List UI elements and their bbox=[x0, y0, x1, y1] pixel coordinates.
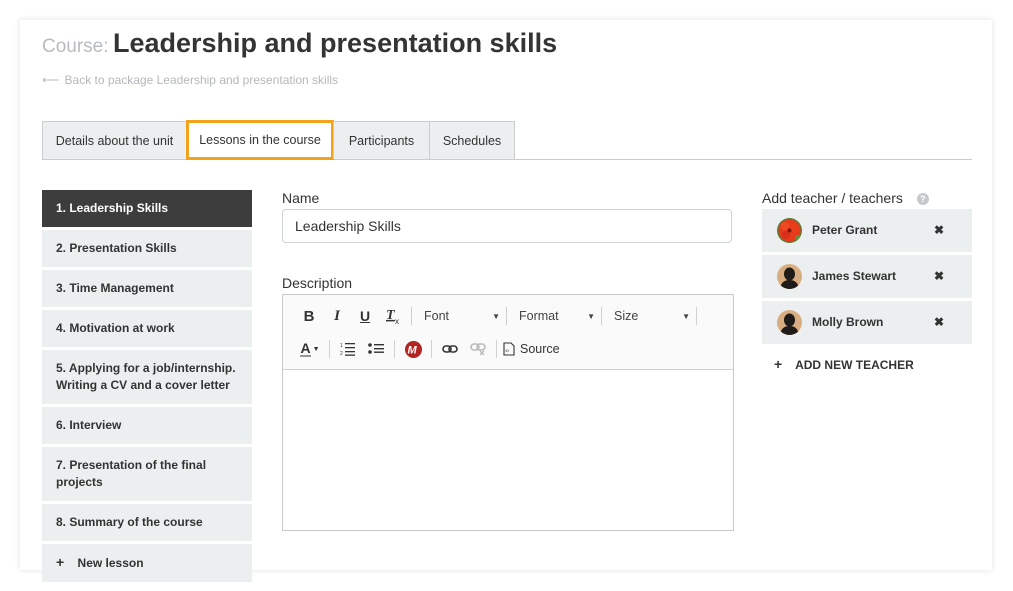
svg-text:1: 1 bbox=[340, 343, 343, 349]
description-editor: B I U T x Font ▼ Format ▼ Size ▼ A ▼ 1 2… bbox=[282, 294, 734, 531]
teacher-item: Peter Grant ✖ bbox=[762, 209, 972, 252]
lesson-item[interactable]: 1. Leadership Skills bbox=[42, 190, 252, 227]
avatar bbox=[777, 264, 802, 289]
description-text-area[interactable] bbox=[283, 370, 733, 530]
toolbar-separator bbox=[696, 307, 697, 325]
remove-teacher-icon[interactable]: ✖ bbox=[934, 255, 944, 298]
back-to-package-link[interactable]: ⟵ Back to package Leadership and present… bbox=[42, 73, 338, 87]
size-dropdown[interactable]: Size ▼ bbox=[608, 304, 694, 328]
font-dropdown-label: Font bbox=[424, 309, 450, 323]
avatar bbox=[777, 310, 802, 335]
unlink-button[interactable] bbox=[466, 337, 490, 361]
font-dropdown[interactable]: Font ▼ bbox=[418, 304, 504, 328]
toolbar-separator bbox=[431, 340, 432, 358]
svg-text:M: M bbox=[407, 344, 417, 356]
lesson-item[interactable]: 3. Time Management bbox=[42, 270, 252, 307]
link-button[interactable] bbox=[438, 337, 462, 361]
back-link-label: Back to package Leadership and presentat… bbox=[64, 73, 339, 87]
lesson-item[interactable]: 7. Presentation of the final projects bbox=[42, 447, 252, 501]
help-icon[interactable]: ? bbox=[916, 193, 929, 206]
source-button[interactable]: ‹› Source bbox=[503, 337, 560, 361]
tab-lessons[interactable]: Lessons in the course bbox=[186, 120, 334, 160]
numbered-list-icon: 1 2 bbox=[340, 343, 355, 356]
toolbar-separator bbox=[601, 307, 602, 325]
lesson-item[interactable]: 2. Presentation Skills bbox=[42, 230, 252, 267]
teacher-name: Molly Brown bbox=[812, 315, 884, 329]
lesson-item[interactable]: 5. Applying for a job/internship. Writin… bbox=[42, 350, 252, 404]
plus-icon: + bbox=[56, 554, 65, 570]
caret-down-icon: ▼ bbox=[682, 311, 690, 321]
tab-details[interactable]: Details about the unit bbox=[42, 121, 187, 159]
add-new-teacher-label: ADD NEW TEACHER bbox=[795, 358, 914, 372]
lesson-list: 1. Leadership Skills 2. Presentation Ski… bbox=[42, 190, 252, 585]
teachers-panel: Add teacher / teachers ? Peter Grant ✖ J… bbox=[762, 190, 972, 372]
svg-text:2: 2 bbox=[340, 351, 343, 356]
new-lesson-button[interactable]: + New lesson bbox=[42, 544, 252, 582]
link-icon bbox=[442, 345, 458, 353]
page-title: Course: Leadership and presentation skil… bbox=[42, 28, 557, 59]
editor-toolbar: B I U T x Font ▼ Format ▼ Size ▼ A ▼ 1 2… bbox=[283, 295, 733, 370]
underline-button[interactable]: U bbox=[353, 304, 377, 328]
toolbar-separator bbox=[394, 340, 395, 358]
unlink-icon bbox=[470, 343, 486, 356]
svg-text:x: x bbox=[395, 317, 399, 325]
lesson-item[interactable]: 4. Motivation at work bbox=[42, 310, 252, 347]
text-color-button[interactable]: A ▼ bbox=[297, 337, 323, 361]
description-label: Description bbox=[282, 275, 353, 291]
numbered-list-button[interactable]: 1 2 bbox=[336, 337, 360, 361]
tab-participants[interactable]: Participants bbox=[333, 121, 430, 159]
teacher-name: Peter Grant bbox=[812, 223, 878, 237]
teacher-item: James Stewart ✖ bbox=[762, 255, 972, 298]
mathtype-icon: M bbox=[404, 340, 422, 358]
text-color-icon: A bbox=[300, 340, 311, 357]
toolbar-separator bbox=[411, 307, 412, 325]
italic-button[interactable]: I bbox=[325, 304, 349, 328]
flower-avatar-icon bbox=[777, 218, 802, 243]
plus-icon: + bbox=[774, 356, 783, 372]
tab-schedules[interactable]: Schedules bbox=[429, 121, 515, 159]
caret-down-icon: ▼ bbox=[587, 311, 595, 321]
back-arrow-icon: ⟵ bbox=[42, 73, 60, 87]
user-silhouette-icon bbox=[777, 310, 802, 335]
remove-teacher-icon[interactable]: ✖ bbox=[934, 301, 944, 344]
bulleted-list-button[interactable] bbox=[364, 337, 388, 361]
teachers-label: Add teacher / teachers ? bbox=[762, 190, 972, 206]
bulleted-list-icon bbox=[368, 343, 384, 354]
size-dropdown-label: Size bbox=[614, 309, 639, 323]
format-dropdown[interactable]: Format ▼ bbox=[513, 304, 599, 328]
bold-button[interactable]: B bbox=[297, 304, 321, 328]
svg-text:‹›: ‹› bbox=[505, 349, 509, 355]
toolbar-separator bbox=[506, 307, 507, 325]
teachers-label-text: Add teacher / teachers bbox=[762, 190, 903, 206]
teacher-item: Molly Brown ✖ bbox=[762, 301, 972, 344]
tab-bar: Details about the unit Lessons in the co… bbox=[42, 120, 972, 160]
new-lesson-label: New lesson bbox=[77, 556, 144, 570]
remove-teacher-icon[interactable]: ✖ bbox=[934, 209, 944, 252]
name-label: Name bbox=[282, 190, 320, 206]
user-silhouette-icon bbox=[777, 264, 802, 289]
source-label: Source bbox=[520, 342, 560, 356]
lesson-form: Name Description B I U T x bbox=[282, 190, 734, 531]
source-icon: ‹› bbox=[503, 342, 515, 356]
mathtype-button[interactable]: M bbox=[401, 337, 425, 361]
name-input[interactable] bbox=[282, 209, 732, 243]
caret-down-icon: ▼ bbox=[312, 345, 320, 353]
toolbar-separator bbox=[329, 340, 330, 358]
course-title: Leadership and presentation skills bbox=[112, 28, 558, 58]
avatar bbox=[777, 218, 802, 243]
teacher-name: James Stewart bbox=[812, 269, 897, 283]
caret-down-icon: ▼ bbox=[492, 311, 500, 321]
remove-format-button[interactable]: T x bbox=[381, 304, 405, 328]
title-prefix: Course: bbox=[42, 36, 109, 57]
format-dropdown-label: Format bbox=[519, 309, 559, 323]
lesson-item[interactable]: 8. Summary of the course bbox=[42, 504, 252, 541]
course-card: Course: Leadership and presentation skil… bbox=[20, 20, 992, 582]
toolbar-separator bbox=[496, 340, 497, 358]
remove-format-icon: T x bbox=[386, 308, 399, 325]
lesson-item[interactable]: 6. Interview bbox=[42, 407, 252, 444]
add-new-teacher-button[interactable]: + ADD NEW TEACHER bbox=[762, 356, 972, 372]
